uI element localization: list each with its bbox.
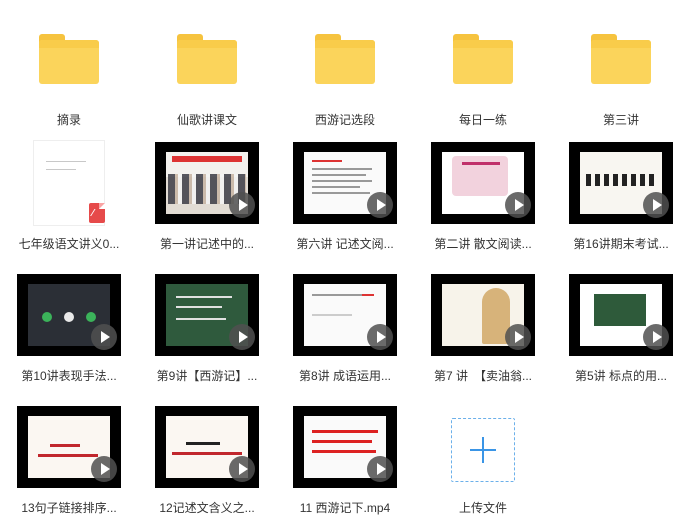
file-label: 第10讲表现手法... (21, 369, 117, 383)
upload-item[interactable]: 上传文件 (414, 402, 552, 532)
file-label: 第5讲 标点的用... (574, 369, 667, 383)
file-item[interactable]: ⁄ 七年级语文讲义0... (0, 138, 138, 270)
file-item[interactable]: 第5讲 标点的用... (552, 270, 685, 402)
folder-icon (591, 34, 651, 84)
play-icon (229, 324, 255, 350)
play-icon (91, 324, 117, 350)
file-item[interactable]: 13句子链接排序... (0, 402, 138, 532)
file-label: 12记述文含义之... (159, 501, 255, 515)
file-label: 第16讲期末考试... (573, 237, 669, 251)
folder-item[interactable]: 摘录 (0, 14, 138, 146)
play-icon (643, 192, 669, 218)
file-item[interactable]: 第9讲【西游记】... (138, 270, 276, 402)
folder-label: 西游记选段 (314, 113, 375, 127)
file-grid: 摘录 仙歌讲课文 西游记选段 每日一练 第三讲 ⁄ 七年级语文讲义0... 第一… (0, 0, 685, 532)
play-icon (367, 192, 393, 218)
play-icon (229, 456, 255, 482)
file-item[interactable]: 第16讲期末考试... (552, 138, 685, 270)
upload-label: 上传文件 (458, 501, 507, 515)
folder-icon (39, 34, 99, 84)
play-icon (505, 192, 531, 218)
video-thumbnail (155, 406, 259, 488)
upload-button[interactable] (451, 418, 515, 482)
folder-item[interactable]: 第三讲 (552, 14, 685, 146)
file-item[interactable]: 第一讲记述中的... (138, 138, 276, 270)
file-item[interactable]: 第7 讲 【卖油翁... (414, 270, 552, 402)
file-label: 第8讲 成语运用... (298, 369, 391, 383)
video-thumbnail (293, 274, 397, 356)
file-label: 13句子链接排序... (21, 501, 117, 515)
play-icon (643, 324, 669, 350)
file-label: 七年级语文讲义0... (18, 237, 120, 251)
play-icon (367, 456, 393, 482)
video-thumbnail (293, 406, 397, 488)
folder-icon (315, 34, 375, 84)
folder-item[interactable]: 西游记选段 (276, 14, 414, 146)
file-item[interactable]: 11 西游记下.mp4 (276, 402, 414, 532)
video-thumbnail (569, 142, 673, 224)
play-icon (229, 192, 255, 218)
file-label: 第一讲记述中的... (159, 237, 254, 251)
folder-label: 仙歌讲课文 (176, 113, 237, 127)
file-item[interactable]: 第10讲表现手法... (0, 270, 138, 402)
folder-item[interactable]: 仙歌讲课文 (138, 14, 276, 146)
play-icon (91, 456, 117, 482)
video-thumbnail (293, 142, 397, 224)
folder-label: 第三讲 (602, 113, 639, 127)
video-thumbnail (17, 274, 121, 356)
file-label: 第9讲【西游记】... (156, 369, 258, 383)
file-item[interactable]: 12记述文含义之... (138, 402, 276, 532)
video-thumbnail (155, 142, 259, 224)
play-icon (367, 324, 393, 350)
pdf-thumbnail: ⁄ (33, 140, 105, 226)
file-label: 第六讲 记述文阅... (296, 237, 394, 251)
video-thumbnail (155, 274, 259, 356)
pdf-icon: ⁄ (86, 203, 108, 227)
file-label: 第7 讲 【卖油翁... (433, 369, 532, 383)
play-icon (505, 324, 531, 350)
folder-icon (177, 34, 237, 84)
video-thumbnail (431, 274, 535, 356)
folder-label: 每日一练 (458, 113, 507, 127)
folder-icon (453, 34, 513, 84)
folder-item[interactable]: 每日一练 (414, 14, 552, 146)
folder-label: 摘录 (56, 113, 81, 127)
file-item[interactable]: 第8讲 成语运用... (276, 270, 414, 402)
file-item[interactable]: 第二讲 散文阅读... (414, 138, 552, 270)
video-thumbnail (17, 406, 121, 488)
plus-icon (470, 437, 496, 463)
video-thumbnail (431, 142, 535, 224)
file-item[interactable]: 第六讲 记述文阅... (276, 138, 414, 270)
file-label: 11 西游记下.mp4 (299, 501, 391, 515)
file-label: 第二讲 散文阅读... (434, 237, 532, 251)
video-thumbnail (569, 274, 673, 356)
